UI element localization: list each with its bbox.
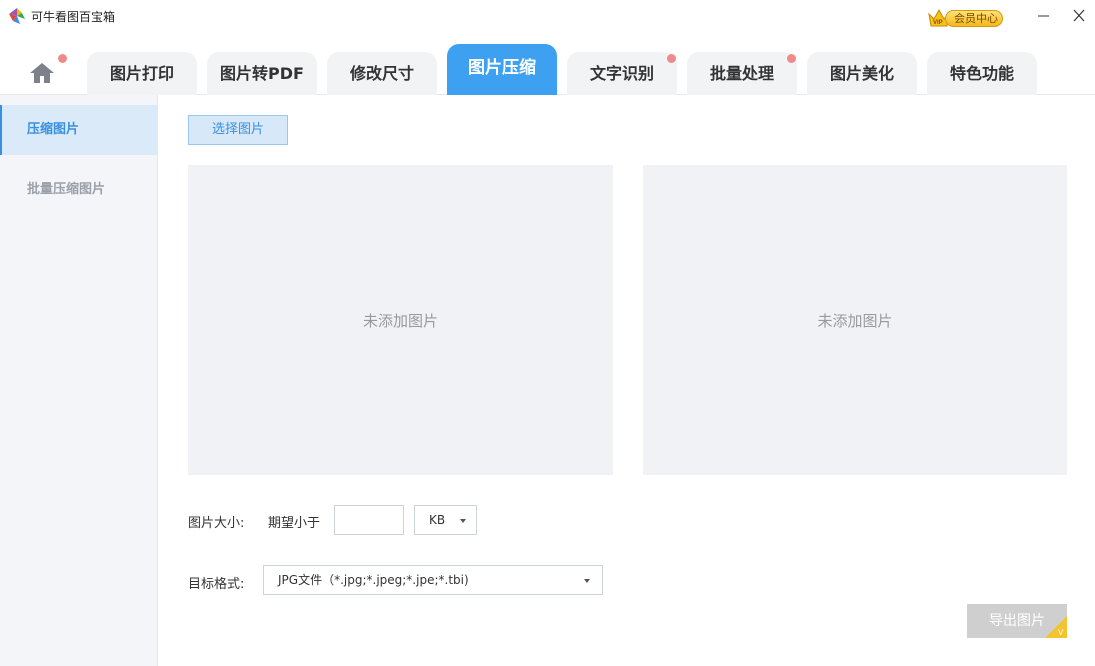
target-size-input[interactable] <box>334 505 404 535</box>
tab-image-print[interactable]: 图片打印 <box>87 52 197 95</box>
target-format-select[interactable]: JPG文件（*.jpg;*.jpeg;*.jpe;*.tbi) <box>263 565 603 595</box>
original-preview-placeholder: 未添加图片 <box>362 311 438 330</box>
sidebar-item-batch-compress[interactable]: 批量压缩图片 <box>0 165 157 215</box>
original-preview-area[interactable]: 未添加图片 <box>188 165 613 475</box>
chevron-down-icon <box>584 579 590 583</box>
home-notification-dot <box>58 54 67 63</box>
ocr-notification-dot <box>667 54 676 63</box>
tab-image-beautify[interactable]: 图片美化 <box>807 52 917 95</box>
target-format-label: 目标格式: <box>188 577 245 592</box>
compressed-preview-area: 未添加图片 <box>643 165 1067 475</box>
title-bar: 可牛看图百宝箱 VIP 会员中心 <box>0 0 1095 34</box>
batch-notification-dot <box>787 54 796 63</box>
vip-center-button[interactable]: VIP 会员中心 <box>927 6 1004 29</box>
sidebar: 压缩图片 批量压缩图片 <box>0 95 158 666</box>
sidebar-item-compress-image[interactable]: 压缩图片 <box>0 105 157 155</box>
tab-image-compress[interactable]: 图片压缩 <box>447 44 557 95</box>
tab-batch-process[interactable]: 批量处理 <box>687 52 797 95</box>
main-tab-bar: 图片打印 图片转PDF 修改尺寸 图片压缩 文字识别 批量处理 图片美化 特色功… <box>0 44 1095 95</box>
compressed-preview-placeholder: 未添加图片 <box>817 311 893 330</box>
app-title: 可牛看图百宝箱 <box>31 10 116 24</box>
export-image-label: 导出图片 <box>989 613 1045 629</box>
tab-image-to-pdf[interactable]: 图片转PDF <box>207 52 317 95</box>
home-tab[interactable] <box>20 52 80 92</box>
expect-less-than-label: 期望小于 <box>268 516 321 531</box>
chevron-down-icon <box>460 519 466 523</box>
tab-resize[interactable]: 修改尺寸 <box>327 52 437 95</box>
image-size-label: 图片大小: <box>188 516 245 531</box>
app-window: 可牛看图百宝箱 VIP 会员中心 图片打印 图片转PDF 修改尺寸 图片压缩 文… <box>0 0 1095 666</box>
vip-corner-icon: V <box>1045 616 1067 638</box>
size-unit-value: KB <box>429 513 446 527</box>
target-format-value: JPG文件（*.jpg;*.jpeg;*.jpe;*.tbi) <box>278 573 469 587</box>
close-icon[interactable] <box>1067 6 1091 26</box>
size-unit-select[interactable]: KB <box>414 505 477 535</box>
minimize-icon[interactable] <box>1032 6 1056 26</box>
tab-special-features[interactable]: 特色功能 <box>927 52 1037 95</box>
tab-ocr[interactable]: 文字识别 <box>567 52 677 95</box>
app-logo-icon <box>9 8 25 24</box>
home-icon <box>30 63 54 83</box>
vip-center-label: 会员中心 <box>945 10 1003 27</box>
select-image-button[interactable]: 选择图片 <box>188 115 288 145</box>
svg-text:V: V <box>1058 628 1064 637</box>
svg-text:VIP: VIP <box>933 20 943 26</box>
export-image-button[interactable]: 导出图片 V <box>967 604 1067 638</box>
